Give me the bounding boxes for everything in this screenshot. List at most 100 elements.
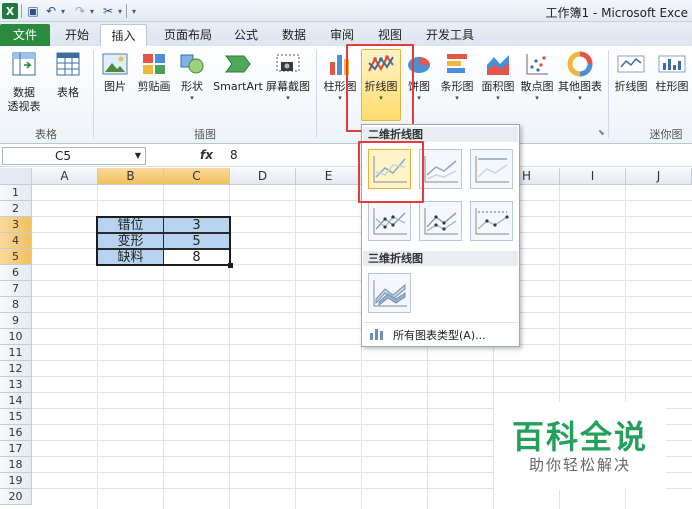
screenshot-button[interactable]: 屏幕截图 ▾ [265, 50, 311, 102]
column-header-i[interactable]: I [560, 168, 626, 185]
row-header-10[interactable]: 10 [0, 329, 32, 345]
select-all-corner[interactable] [0, 168, 32, 185]
cell-b4[interactable]: 变形 [97, 233, 164, 249]
percent-stacked-line-option[interactable] [470, 149, 513, 189]
watermark: 百科全说 助你轻松解决 [494, 402, 666, 490]
table-button[interactable]: 表格 [50, 50, 86, 100]
row-header-15[interactable]: 15 [0, 409, 32, 425]
watermark-subtitle: 助你轻松解决 [528, 456, 631, 474]
scatter-chart-button[interactable]: 散点图 ▾ [518, 50, 556, 102]
tools-dropdown-icon[interactable]: ▾ [116, 3, 124, 19]
bar-chart-button[interactable]: 条形图 ▾ [437, 50, 477, 102]
scatter-chart-dropdown-icon: ▾ [535, 94, 539, 102]
row-header-6[interactable]: 6 [0, 265, 32, 281]
group-label-tables: 表格 [35, 128, 57, 141]
row-header-17[interactable]: 17 [0, 441, 32, 457]
ribbon-tabs: 文件 开始 插入 页面布局 公式 数据 审阅 视图 开发工具 [0, 22, 692, 46]
redo-dropdown-icon[interactable]: ▾ [88, 3, 96, 19]
tab-page-layout[interactable]: 页面布局 [156, 24, 220, 46]
tab-formulas[interactable]: 公式 [226, 24, 266, 46]
row-header-4[interactable]: 4 [0, 233, 32, 249]
gridline [32, 392, 692, 393]
undo-icon[interactable]: ↶ [44, 3, 58, 19]
fill-handle[interactable] [228, 263, 233, 268]
row-header-14[interactable]: 14 [0, 393, 32, 409]
row-header-20[interactable]: 20 [0, 489, 32, 505]
3d-line-option[interactable] [368, 273, 411, 313]
column-header-j[interactable]: J [626, 168, 692, 185]
row-header-3[interactable]: 3 [0, 217, 32, 233]
stacked-line-option[interactable] [419, 149, 462, 189]
3d-line-thumb-icon [373, 280, 407, 307]
undo-dropdown-icon[interactable]: ▾ [59, 3, 67, 19]
customize-quick-access-icon[interactable]: ▾ [130, 3, 138, 19]
insert-function-icon[interactable]: fx [200, 148, 213, 162]
tab-review[interactable]: 审阅 [322, 24, 362, 46]
tab-developer[interactable]: 开发工具 [418, 24, 482, 46]
row-header-8[interactable]: 8 [0, 297, 32, 313]
gridline [32, 360, 692, 361]
picture-label: 图片 [104, 80, 126, 93]
row-header-11[interactable]: 11 [0, 345, 32, 361]
line-chart-highlight [346, 44, 414, 132]
smartart-icon [224, 50, 252, 78]
pivot-table-label: 数据 透视表 [7, 86, 41, 113]
picture-button[interactable]: 图片 [98, 50, 132, 94]
excel-logo-icon[interactable]: X [2, 3, 18, 19]
column-header-c[interactable]: C [164, 168, 230, 185]
cell-b5[interactable]: 缺料 [97, 249, 164, 265]
smartart-button[interactable]: SmartArt [213, 50, 263, 94]
row-header-18[interactable]: 18 [0, 457, 32, 473]
row-header-12[interactable]: 12 [0, 361, 32, 377]
cell-c3[interactable]: 3 [163, 217, 230, 233]
tab-view[interactable]: 视图 [370, 24, 410, 46]
stacked-line-markers-option[interactable] [419, 201, 462, 241]
name-box[interactable]: C5 ▼ [2, 147, 146, 165]
other-charts-dropdown-icon: ▾ [578, 94, 582, 102]
shapes-button[interactable]: 形状 ▾ [176, 50, 208, 102]
group-separator [93, 50, 94, 138]
other-charts-button[interactable]: 其他图表 ▾ [557, 50, 603, 102]
shapes-label: 形状 [181, 80, 203, 93]
save-icon[interactable]: ▣ [26, 3, 40, 19]
row-header-16[interactable]: 16 [0, 425, 32, 441]
tab-insert[interactable]: 插入 [100, 24, 147, 46]
pivot-table-button[interactable]: 数据 透视表 [3, 50, 45, 114]
row-header-7[interactable]: 7 [0, 281, 32, 297]
row-header-13[interactable]: 13 [0, 377, 32, 393]
name-box-value: C5 [55, 149, 72, 163]
column-header-a[interactable]: A [32, 168, 98, 185]
tools-icon[interactable]: ✂ [101, 3, 115, 19]
row-header-19[interactable]: 19 [0, 473, 32, 489]
formula-input[interactable]: 8 [230, 148, 238, 162]
row-header-2[interactable]: 2 [0, 201, 32, 217]
charts-dialog-launcher-icon[interactable]: ⬊ [598, 128, 605, 137]
cell-c4[interactable]: 5 [163, 233, 230, 249]
sparkline-column-button[interactable]: 柱形图 [652, 50, 692, 94]
percent-markers-thumb-icon [475, 208, 509, 235]
picture-icon [101, 50, 129, 78]
clipart-button[interactable]: 剪贴画 [136, 50, 172, 94]
percent-stacked-markers-option[interactable] [470, 201, 513, 241]
all-chart-types-link[interactable]: 所有图表类型(A)... [363, 322, 518, 344]
group-separator [316, 50, 317, 138]
column-header-d[interactable]: D [230, 168, 296, 185]
tab-data[interactable]: 数据 [274, 24, 314, 46]
row-header-5[interactable]: 5 [0, 249, 32, 265]
title-bar: X ▣ ↶ ▾ ↷ ▾ ✂ ▾ ▾ 工作簿1 - Microsoft Exce [0, 0, 692, 22]
tab-home[interactable]: 开始 [57, 24, 97, 46]
cell-b3[interactable]: 错位 [97, 217, 164, 233]
column-header-b[interactable]: B [98, 168, 164, 185]
area-chart-button[interactable]: 面积图 ▾ [479, 50, 517, 102]
row-header-9[interactable]: 9 [0, 313, 32, 329]
row-header-1[interactable]: 1 [0, 185, 32, 201]
sparkline-line-button[interactable]: 折线图 [612, 50, 650, 94]
other-charts-icon [566, 50, 594, 78]
name-box-dropdown-icon[interactable]: ▼ [135, 148, 141, 164]
cell-c5-active[interactable]: 8 [163, 249, 230, 265]
tab-file[interactable]: 文件 [0, 24, 50, 46]
redo-icon[interactable]: ↷ [73, 3, 87, 19]
markers-thumb-icon [373, 208, 407, 235]
column-header-e[interactable]: E [296, 168, 362, 185]
line-with-markers-option[interactable] [368, 201, 411, 241]
